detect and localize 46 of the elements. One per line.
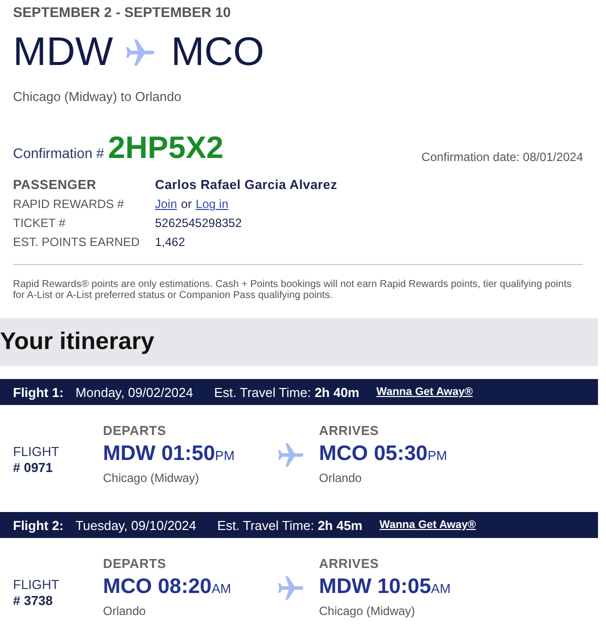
rewards-link[interactable]: Log in [196,196,228,212]
passenger-name: Carlos Rafael Garcia Alvarez [155,177,338,193]
confirmation-code: 2HP5X2 [108,131,224,165]
departure-city: Chicago (Midway) [103,470,200,486]
detail-label: PASSENGER [13,177,98,193]
arrival-city: Orlando [319,470,363,486]
detail-label: RAPID REWARDS # [13,196,125,212]
departure-city: Orlando [103,603,147,619]
arrival-label: ARRIVES [319,556,380,572]
flight-number: # 0971 [13,460,54,476]
origin-code: MDW [13,31,113,73]
airplane-icon [278,574,304,600]
arrival-time: MCO 05:30PM [319,442,448,467]
flight-number: # 3738 [13,592,54,608]
departure-label: DEPARTS [103,556,168,572]
route-description: Chicago (Midway) to Orlando [13,89,182,105]
disclaimer-text: Rapid Rewards® points are only estimations. Cash + Points bookings will not earn Rapid Rewards points, tier qualifying points for A-List or A-List preferred status or Companion Pass qualifying points. [13,279,572,301]
flight-title: Flight 2: [13,518,64,532]
rewards-link[interactable]: Join [155,196,178,212]
confirmation-label: Confirmation # [13,145,104,161]
departure-label: DEPARTS [103,423,168,439]
flight-label: FLIGHT [13,444,60,460]
travel-time: Est. Travel Time: 2h 40m [214,384,360,400]
destination-code: MCO [170,31,264,73]
departure-time: MCO 08:20AM [103,575,232,600]
flight-title: Flight 1: [13,384,64,400]
separator-text: or [181,196,192,212]
departure-time: MDW 01:50PM [103,442,236,467]
airplane-icon [126,38,155,66]
detail-label: TICKET # [13,215,66,231]
flight-label: FLIGHT [13,576,60,592]
travel-time: Est. Travel Time: 2h 45m [217,518,362,532]
airplane-icon [278,442,304,468]
flight-date: Monday, 09/02/2024 [76,384,194,400]
flight-date: Tuesday, 09/10/2024 [76,518,196,532]
confirmation-date: Confirmation date: 08/01/2024 [422,150,583,164]
arrival-city: Chicago (Midway) [319,603,416,619]
detail-value: 5262545298352 [155,215,243,231]
trip-dates: SEPTEMBER 2 - SEPTEMBER 10 [13,4,232,20]
fare-link[interactable]: Wanna Get Away® [380,519,476,531]
detail-value: 1,462 [155,234,186,250]
arrival-label: ARRIVES [319,423,380,439]
detail-label: EST. POINTS EARNED [13,234,141,250]
itinerary-title: Your itinerary [0,328,154,356]
fare-link[interactable]: Wanna Get Away® [376,386,473,398]
arrival-time: MDW 10:05AM [319,575,452,600]
